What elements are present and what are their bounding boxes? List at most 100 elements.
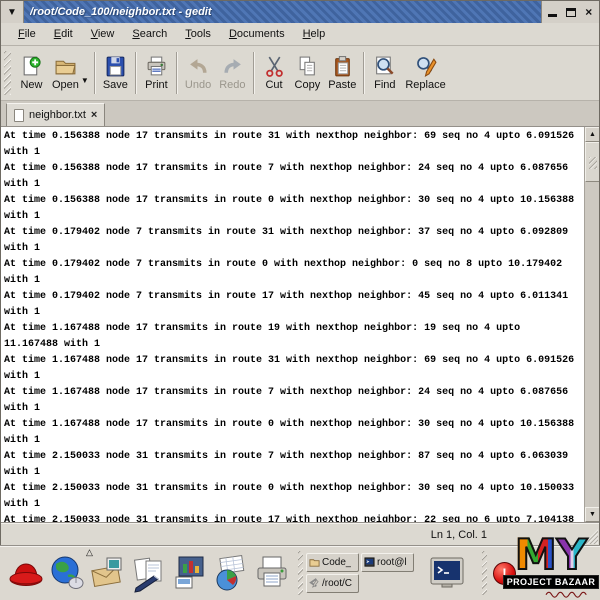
editor-line: with 1	[4, 243, 41, 254]
editor-line: At time 0.179402 node 7 transmits in rou…	[4, 291, 569, 302]
window-title: /root/Code_100/neighbor.txt - gedit	[30, 6, 212, 18]
main-menu-button[interactable]	[5, 550, 46, 596]
alert-handle[interactable]	[482, 551, 487, 595]
logo-letters: M Y	[514, 530, 588, 579]
tab-neighbor-txt[interactable]: neighbor.txt ×	[6, 103, 106, 126]
find-button[interactable]: Find	[368, 53, 401, 93]
web-browser-launcher[interactable]	[46, 550, 87, 596]
editor-line: At time 0.179402 node 7 transmits in rou…	[4, 259, 563, 270]
gedit-icon	[309, 578, 319, 588]
replace-magnifier-pencil-icon	[417, 57, 437, 77]
open-dropdown-icon[interactable]: ▼	[81, 76, 89, 85]
close-button[interactable]: ×	[581, 4, 597, 20]
open-button[interactable]: Open	[48, 53, 83, 93]
red-hat-icon	[9, 563, 42, 586]
editor-line: At time 1.167488 node 17 transmits in ro…	[4, 387, 569, 398]
scroll-down-icon: ▼	[589, 511, 596, 518]
save-button[interactable]: Save	[99, 53, 132, 93]
chart-slide-icon	[175, 556, 203, 589]
toolbar-separator	[175, 52, 178, 94]
menu-help[interactable]: Help	[294, 25, 335, 43]
editor-line: 11.167488 with 1	[4, 339, 101, 350]
undo-button: Undo	[181, 53, 215, 93]
undo-icon	[189, 59, 207, 73]
scroll-up-button[interactable]: ▲	[585, 127, 599, 142]
cursor-position: Ln 1, Col. 1	[430, 528, 487, 541]
menu-indicator-icon: △	[86, 547, 93, 557]
logo-tagline-script	[545, 592, 587, 598]
redo-icon	[224, 59, 241, 73]
printer-launcher-icon	[257, 556, 286, 587]
replace-button[interactable]: Replace	[401, 53, 449, 93]
print-button[interactable]: Print	[140, 53, 173, 93]
minimize-icon	[547, 14, 557, 17]
terminal-launcher[interactable]	[428, 551, 468, 595]
menu-file[interactable]: File	[9, 25, 45, 43]
cut-button[interactable]: Cut	[258, 53, 291, 93]
scrollbar-thumb[interactable]	[585, 142, 599, 182]
redo-button: Redo	[215, 53, 249, 93]
editor-line: At time 0.156388 node 17 transmits in ro…	[4, 163, 569, 174]
globe-mouse-icon	[51, 556, 83, 589]
editor-line: At time 0.179402 node 7 transmits in rou…	[4, 227, 569, 238]
text-area[interactable]: At time 0.156388 node 17 transmits in ro…	[1, 127, 584, 522]
editor-area: At time 0.156388 node 17 transmits in ro…	[1, 127, 599, 523]
spreadsheet-launcher[interactable]	[210, 550, 251, 596]
folder-icon	[309, 559, 320, 567]
presentation-launcher[interactable]	[169, 550, 210, 596]
tab-close-icon[interactable]: ×	[91, 110, 97, 121]
editor-line: At time 2.150033 node 31 transmits in ro…	[4, 515, 575, 522]
editor-line: with 1	[4, 371, 41, 382]
menu-edit[interactable]: Edit	[45, 25, 82, 43]
task-button-gedit[interactable]: /root/C	[306, 574, 359, 593]
menu-tools[interactable]: Tools	[176, 25, 220, 43]
tab-strip: neighbor.txt ×	[1, 101, 599, 127]
maximize-icon	[565, 7, 576, 17]
paste-button[interactable]: Paste	[324, 53, 360, 93]
task-button-code100[interactable]: Code_	[306, 553, 359, 572]
editor-line: with 1	[4, 499, 41, 510]
minimize-button[interactable]	[544, 4, 560, 20]
toolbar-drag-handle[interactable]	[4, 51, 11, 95]
editor-line: with 1	[4, 403, 41, 414]
menubar: File Edit View Search Tools Documents He…	[1, 23, 599, 46]
toolbar-separator	[363, 52, 366, 94]
editor-line: with 1	[4, 147, 41, 158]
window-menu-button[interactable]: ▼	[1, 1, 24, 23]
menu-view[interactable]: View	[82, 25, 124, 43]
scroll-down-button[interactable]: ▼	[585, 507, 599, 522]
pie-chart-icon	[216, 554, 244, 591]
logo-text: PROJECT BAZAAR	[502, 575, 600, 590]
editor-line: At time 1.167488 node 17 transmits in ro…	[4, 355, 575, 366]
print-manager-launcher[interactable]	[251, 550, 292, 596]
copy-button[interactable]: Copy	[291, 53, 325, 93]
vertical-scrollbar[interactable]: ▲ ▼	[584, 127, 599, 522]
tab-label: neighbor.txt	[29, 109, 86, 121]
editor-line: with 1	[4, 435, 41, 446]
editor-line: At time 1.167488 node 17 transmits in ro…	[4, 323, 521, 334]
menu-search[interactable]: Search	[123, 25, 176, 43]
titlebar-stripe[interactable]: /root/Code_100/neighbor.txt - gedit	[24, 1, 541, 23]
open-folder-icon	[55, 60, 76, 75]
toolbar-separator	[134, 52, 137, 94]
printer-icon	[147, 56, 166, 76]
new-button[interactable]: New	[15, 53, 48, 93]
project-bazaar-logo: M Y PROJECT BAZAAR	[502, 530, 600, 598]
editor-line: with 1	[4, 211, 41, 222]
email-launcher[interactable]	[87, 550, 128, 596]
task-button-terminal[interactable]: root@l	[361, 553, 414, 572]
toolbar-separator	[93, 52, 96, 94]
save-floppy-icon	[106, 56, 125, 77]
window-list-handle[interactable]	[298, 551, 303, 595]
file-icon	[14, 108, 24, 122]
editor-line: with 1	[4, 179, 41, 190]
terminal-launcher-icon	[430, 557, 464, 588]
maximize-button[interactable]	[563, 4, 579, 20]
window-list: Code_ root@l /root/C	[306, 553, 414, 593]
scroll-up-icon: ▲	[589, 131, 596, 138]
toolbar: New Open ▼ Save Print Undo Redo Cut Copy…	[1, 46, 599, 101]
menu-documents[interactable]: Documents	[220, 25, 294, 43]
editor-line: with 1	[4, 467, 41, 478]
terminal-icon	[364, 557, 375, 567]
word-processor-launcher[interactable]	[128, 550, 169, 596]
